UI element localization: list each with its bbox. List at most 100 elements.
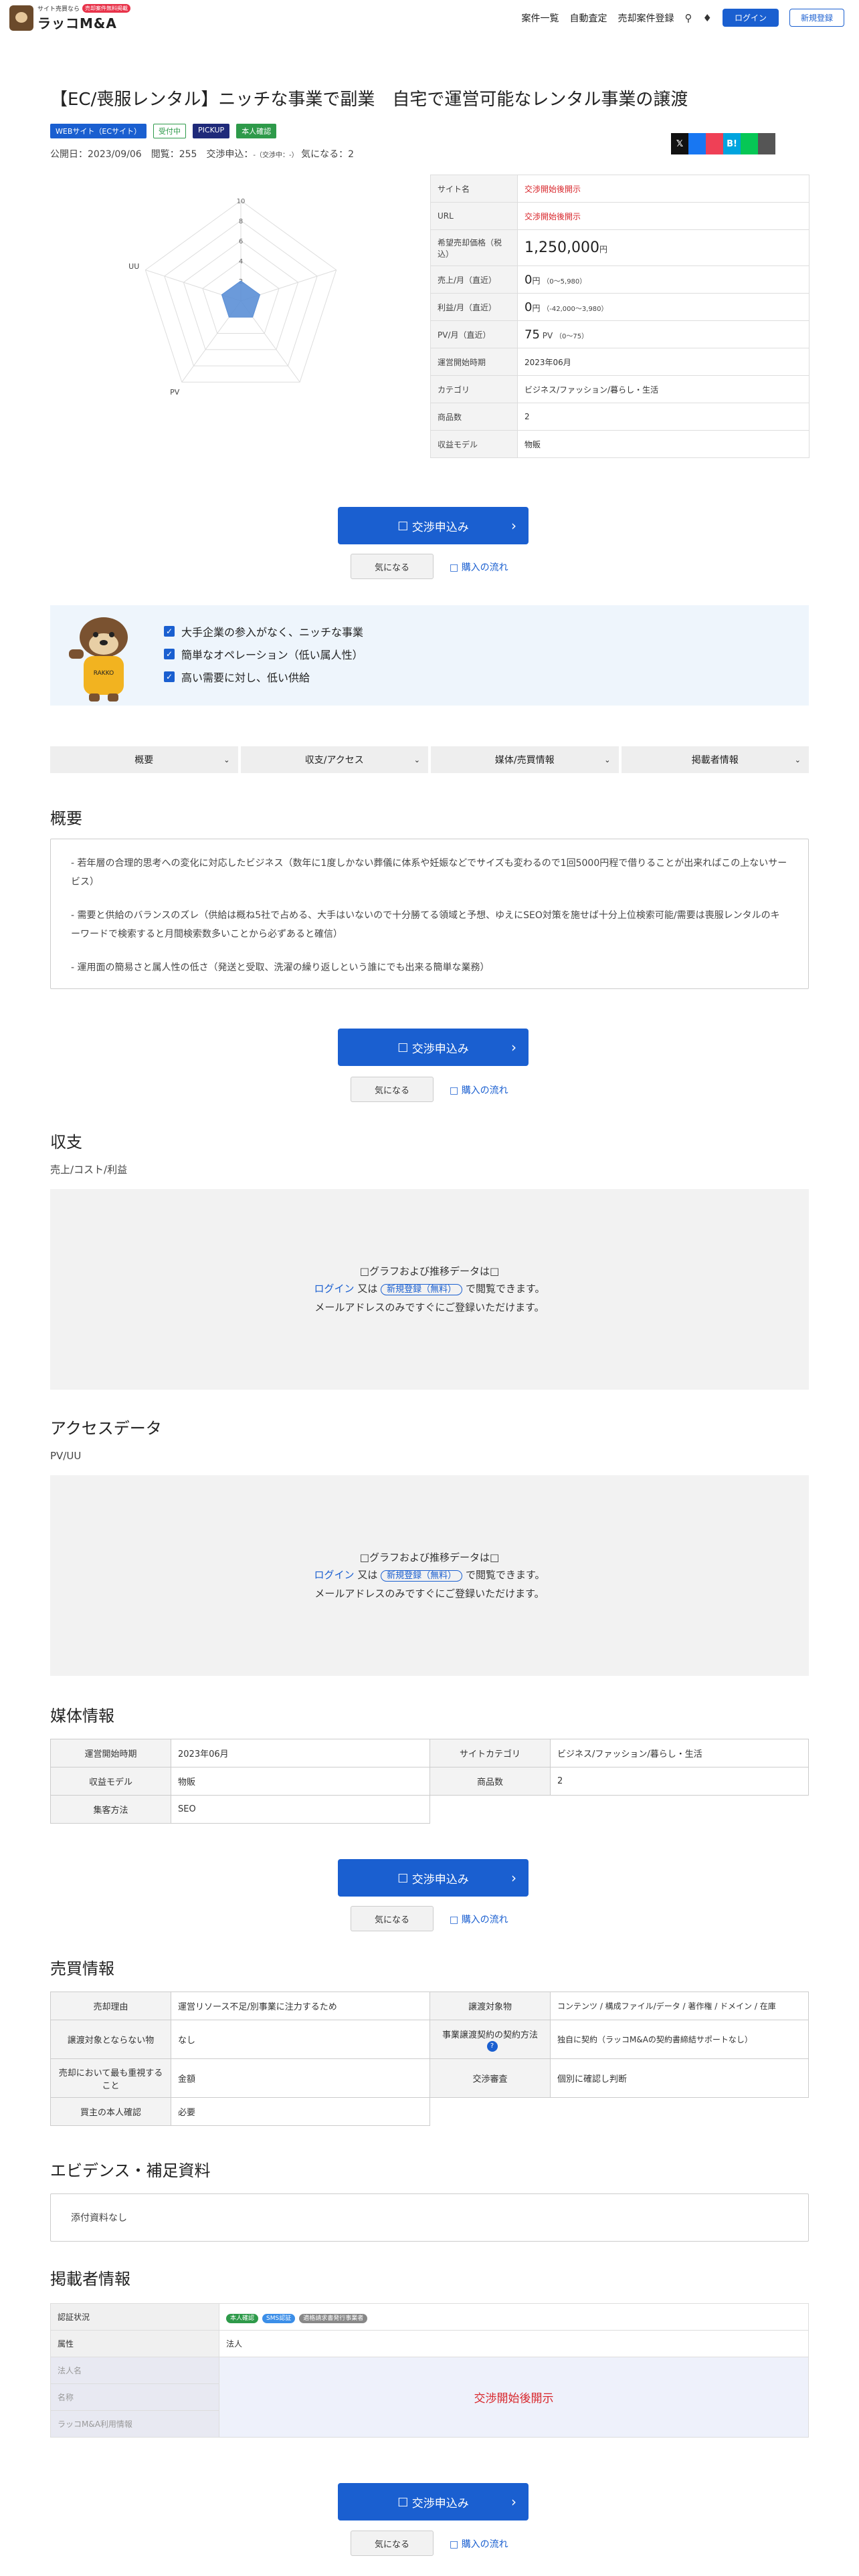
poster-heading: 掲載者情報 (50, 2270, 130, 2288)
nav-listings[interactable]: 案件一覧 (522, 11, 559, 25)
apply-negotiation-button[interactable]: □ 交渉申込み › (338, 1859, 529, 1897)
poster-key: 法人名 (50, 2357, 219, 2384)
finance-locked-panel: □グラフおよび推移データは□ ログイン 又は 新規登録（無料） で閲覧できます。… (50, 1189, 809, 1390)
listing-tags: WEBサイト（ECサイト） 受付中 PICKUP 本人確認 (50, 124, 277, 138)
evidence-heading: エビデンス・補足資料 (50, 2161, 211, 2180)
overview-heading: 概要 (50, 809, 82, 828)
radar-data-area (221, 280, 261, 318)
login-link[interactable]: ログイン (314, 1283, 355, 1295)
login-button[interactable]: ログイン (722, 9, 779, 27)
finance-heading: 収支 (50, 1133, 82, 1152)
trade-value: 必要 (171, 2097, 430, 2126)
apply-label: 交渉申込み (411, 2496, 469, 2510)
trade-value: 金額 (171, 2058, 430, 2098)
media-heading: 媒体情報 (50, 1707, 114, 1725)
media-key: 集客方法 (50, 1795, 171, 1824)
site-logo[interactable]: サイト売買なら 売却案件無料掲載 ラッコM&A (9, 4, 131, 32)
login-link[interactable]: ログイン (314, 1569, 355, 1581)
evidence-box: 添付資料なし (50, 2193, 809, 2242)
register-link[interactable]: 新規登録（無料） (381, 1570, 463, 1582)
finance-subheading: 売上/コスト/利益 (50, 1164, 128, 1176)
profit-value: 0 (524, 300, 533, 314)
help-icon[interactable]: ? (486, 2040, 498, 2052)
meta-published: 公開日：2023/09/06 閲覧：255 交渉申込： (50, 149, 254, 160)
feature-text: 大手企業の参入がなく、ニッチな事業 (181, 626, 364, 639)
favorite-button[interactable]: 気になる (351, 1077, 434, 1102)
otter-logo-icon (9, 5, 33, 31)
listing-tag: PICKUP (193, 124, 230, 138)
badge-identity: 本人確認 (226, 2313, 259, 2323)
page-title: 【EC/喪服レンタル】ニッチな事業で副業 自宅で運営可能なレンタル事業の譲渡 (50, 90, 688, 110)
hatena-icon[interactable]: B! (723, 133, 741, 154)
overview-box: - 若年層の合理的思考への変化に対応したビジネス（数年に1度しかない葬儀に体系や… (50, 839, 809, 989)
poster-hidden-value: 交渉開始後開示 (219, 2357, 809, 2438)
price-unit: 円 (599, 245, 607, 254)
line-icon[interactable] (741, 133, 758, 154)
apply-negotiation-button[interactable]: □ 交渉申込み › (338, 1029, 529, 1066)
locked-tail: で閲覧できます。 (465, 1283, 545, 1295)
info-key: 商品数 (430, 403, 518, 431)
chevron-right-icon: › (511, 1039, 516, 1055)
favorite-button[interactable]: 気になる (351, 554, 434, 579)
media-key: 収益モデル (50, 1767, 171, 1796)
nav-register-listing[interactable]: 売却案件登録 (618, 11, 674, 25)
revenue-value: 物販 (517, 430, 809, 458)
overview-paragraph: - 需要と供給のバランスのズレ（供給は概ね5社で占める、大手はいないので十分勝て… (71, 910, 780, 940)
search-icon[interactable]: ⚲ (685, 12, 692, 24)
pocket-icon[interactable] (706, 133, 723, 154)
tab-label: 媒体/売買情報 (494, 755, 555, 766)
meta-negotiation: -（交渉中：-） (253, 152, 298, 159)
pv-value: 75 (524, 327, 540, 342)
checkbox-icon: ✓ (164, 671, 175, 682)
media-value: 2023年06月 (171, 1739, 430, 1767)
tab-overview[interactable]: 概要 ⌄ (50, 746, 238, 773)
access-locked-panel: □グラフおよび推移データは□ ログイン 又は 新規登録（無料） で閲覧できます。… (50, 1475, 809, 1676)
info-key: 利益/月（直近） (430, 293, 518, 321)
apply-negotiation-button[interactable]: □ 交渉申込み › (338, 2483, 529, 2520)
facebook-icon[interactable] (688, 133, 706, 154)
tab-poster[interactable]: 掲載者情報 ⌄ (621, 746, 809, 773)
overview-paragraph: - 若年層の合理的思考への変化に対応したビジネス（数年に1度しかない葬儀に体系や… (71, 858, 787, 887)
lock-icon: □ (490, 1265, 500, 1277)
sales-unit: 円 (532, 276, 541, 286)
purchase-flow-link[interactable]: □ 購入の流れ (450, 1913, 508, 1926)
favorite-button[interactable]: 気になる (351, 1906, 434, 1931)
radar-axis-label: UU (128, 262, 139, 271)
register-button[interactable]: 新規登録 (789, 9, 844, 27)
media-key: サイトカテゴリ (430, 1739, 551, 1767)
svg-text:RAKKO: RAKKO (94, 670, 114, 677)
feature-item: ✓ 大手企業の参入がなく、ニッチな事業 (164, 620, 363, 643)
listing-tag: 本人確認 (236, 124, 277, 138)
start-value: 2023年06月 (517, 348, 809, 376)
trade-table: 売却理由 運営リソース不足/別事業に注力するため 譲渡対象物 コンテンツ / 構成ファ… (50, 1992, 809, 2126)
handshake-icon: □ (397, 519, 412, 532)
handshake-icon: □ (397, 2495, 412, 2508)
tab-finance-access[interactable]: 収支/アクセス ⌄ (240, 746, 428, 773)
register-link[interactable]: 新規登録（無料） (381, 1284, 463, 1295)
purchase-flow-link[interactable]: □ 購入の流れ (450, 1083, 508, 1097)
nav-auto-appraisal[interactable]: 自動査定 (570, 11, 607, 25)
url-value: 交渉開始後開示 (517, 202, 809, 230)
purchase-flow-link[interactable]: □ 購入の流れ (450, 560, 508, 574)
feature-text: 高い需要に対し、低い供給 (181, 671, 310, 684)
trade-key: 譲渡対象物 (430, 1992, 551, 2020)
access-subheading: PV/UU (50, 1450, 82, 1462)
listing-meta: 公開日：2023/09/06 閲覧：255 交渉申込：-（交渉中：-） 気になる… (50, 147, 354, 160)
poster-type-value: 法人 (219, 2330, 809, 2357)
locked-note: メールアドレスのみですぐにご登録いただけます。 (314, 1588, 545, 1600)
overview-paragraph: - 運用面の簡易さと属人性の低さ（発送と受取、洗濯の繰り返しという誰にでも出来る… (71, 962, 490, 973)
info-key: 希望売却価格（税込） (430, 229, 518, 266)
media-value: ビジネス/ファッション/暮らし・生活 (550, 1739, 809, 1767)
share-buttons: 𝕏 B! (671, 133, 775, 154)
site-name-value: 交渉開始後開示 (517, 175, 809, 203)
chevron-right-icon: › (511, 1870, 516, 1886)
purchase-flow-link[interactable]: □ 購入の流れ (450, 2537, 508, 2551)
tab-media-trade[interactable]: 媒体/売買情報 ⌄ (431, 746, 619, 773)
apply-negotiation-button[interactable]: □ 交渉申込み › (338, 507, 529, 544)
bell-icon[interactable]: ♦ (703, 12, 712, 24)
favorite-button[interactable]: 気になる (351, 2531, 434, 2556)
copy-icon[interactable] (758, 133, 775, 154)
x-icon[interactable]: 𝕏 (671, 133, 688, 154)
apply-label: 交渉申込み (411, 520, 469, 534)
logo-name: ラッコM&A (37, 15, 117, 31)
